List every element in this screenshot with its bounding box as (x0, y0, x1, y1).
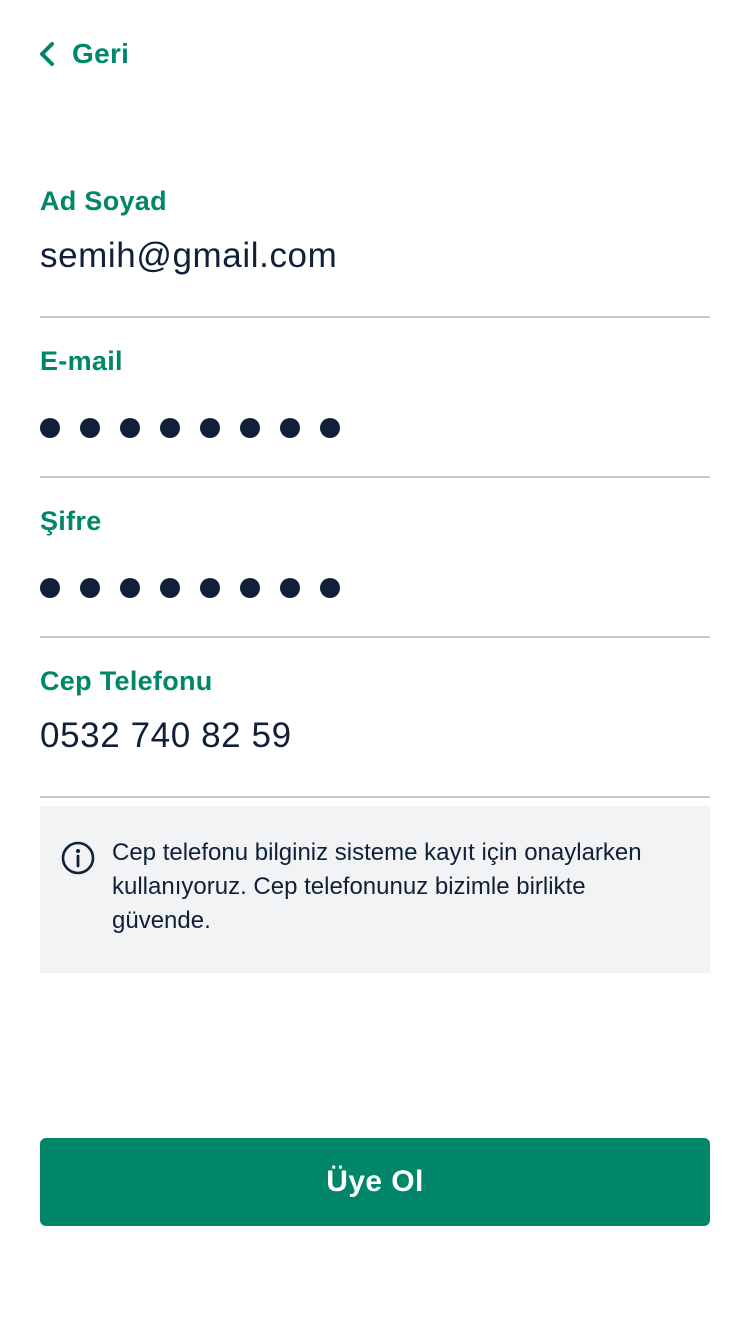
phone-input[interactable]: 0532 740 82 59 (40, 716, 710, 756)
info-icon (61, 841, 95, 875)
mask-dot (80, 578, 100, 598)
mask-dot (240, 418, 260, 438)
mask-dot (280, 418, 300, 438)
mask-dot (200, 578, 220, 598)
password-field[interactable]: Şifre (40, 506, 710, 638)
mask-dot (40, 418, 60, 438)
password-masked-input[interactable] (40, 578, 340, 598)
phone-label: Cep Telefonu (40, 666, 213, 696)
mask-dot (320, 578, 340, 598)
info-text: Cep telefonu bilginiz sisteme kayıt için… (112, 839, 642, 934)
full-name-label: Ad Soyad (40, 186, 167, 216)
mask-dot (200, 418, 220, 438)
mask-dot (40, 578, 60, 598)
full-name-field[interactable]: Ad Soyad semih@gmail.com (40, 186, 710, 318)
email-field[interactable]: E-mail (40, 346, 710, 478)
full-name-input[interactable]: semih@gmail.com (40, 236, 710, 276)
back-button[interactable]: Geri (36, 32, 129, 76)
mask-dot (320, 418, 340, 438)
back-label: Geri (72, 38, 130, 69)
mask-dot (120, 578, 140, 598)
email-label: E-mail (40, 346, 123, 376)
chevron-left-icon (40, 42, 54, 66)
mask-dot (240, 578, 260, 598)
password-label: Şifre (40, 506, 102, 536)
mask-dot (80, 418, 100, 438)
phone-field[interactable]: Cep Telefonu 0532 740 82 59 (40, 666, 710, 798)
mask-dot (160, 578, 180, 598)
mask-dot (160, 418, 180, 438)
info-notice: Cep telefonu bilginiz sisteme kayıt için… (40, 806, 710, 973)
email-masked-input[interactable] (40, 418, 340, 438)
signup-button[interactable]: Üye Ol (40, 1138, 710, 1226)
mask-dot (120, 418, 140, 438)
mask-dot (280, 578, 300, 598)
